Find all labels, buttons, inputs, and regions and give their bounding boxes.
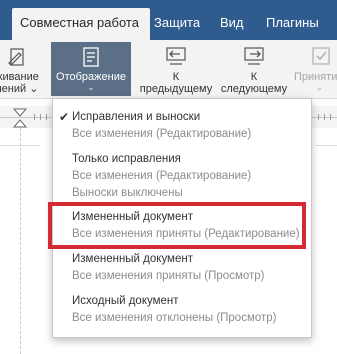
ruler-tick	[324, 114, 325, 120]
ribbon-tab-bar: Совместная работа Защита Вид Плагины	[0, 0, 337, 40]
ruler-tick	[40, 114, 41, 120]
next-change-button[interactable]: К следующему	[218, 42, 290, 96]
menu-item-subtitle: Выноски выключены	[72, 187, 183, 199]
display-mode-button[interactable]: Отображение ⌄	[51, 42, 131, 96]
menu-item-title: Исправления и выноски	[72, 111, 201, 123]
track-changes-label-1: живание	[0, 71, 39, 83]
menu-item-subtitle: Все изменения (Редактирование)	[72, 170, 252, 182]
menu-item-title: Измененный документ	[72, 253, 193, 265]
track-changes-button[interactable]: живание нений ⌄	[0, 42, 46, 96]
chevron-down-icon: ⌄	[87, 83, 95, 92]
ribbon-toolbar: живание нений ⌄ Отображение ⌄ К предыдущ…	[0, 40, 337, 99]
menu-item-original-view[interactable]: Исходный документ Все изменения отклонен…	[53, 291, 311, 333]
next-change-icon	[244, 47, 264, 65]
previous-change-icon	[166, 47, 186, 65]
tab-collaboration[interactable]: Совместная работа	[12, 8, 150, 40]
ruler-tick	[46, 114, 47, 120]
next-change-label-1: К	[250, 71, 258, 83]
menu-item-final-view[interactable]: Измененный документ Все изменения принят…	[53, 249, 311, 291]
menu-item-subtitle: Все изменения (Редактирование)	[72, 128, 252, 140]
checkmark-icon: ✔	[59, 110, 70, 124]
ruler-tick	[318, 114, 319, 120]
menu-item-markup-only[interactable]: Только исправления Все изменения (Редакт…	[53, 149, 311, 207]
margin-guide	[20, 128, 22, 354]
text-line	[315, 145, 337, 146]
ruler-tick	[34, 114, 35, 120]
menu-item-markup-and-balloons[interactable]: ✔ Исправления и выноски Все изменения (Р…	[53, 107, 311, 147]
next-change-label-2: следующему	[220, 83, 288, 95]
highlight-box	[48, 202, 306, 249]
chevron-down-icon: ⌄	[316, 83, 323, 92]
accept-change-label: Приняти	[294, 71, 337, 83]
tab-protection[interactable]: Защита	[154, 8, 200, 40]
menu-item-subtitle: Все изменения приняты (Просмотр)	[72, 270, 265, 282]
menu-item-title: Только исправления	[72, 153, 181, 165]
accept-change-button[interactable]: Приняти ⌄	[294, 42, 337, 96]
accept-icon	[312, 47, 330, 65]
edit-document-icon	[8, 48, 24, 66]
display-mode-label: Отображение	[56, 71, 126, 83]
menu-item-title: Исходный документ	[72, 295, 179, 307]
display-mode-icon	[83, 47, 99, 67]
tab-view[interactable]: Вид	[220, 8, 244, 40]
track-changes-label-2: нений ⌄	[0, 83, 39, 95]
menu-item-subtitle: Все изменения отклонены (Просмотр)	[72, 312, 277, 324]
previous-change-button[interactable]: К предыдущему	[138, 42, 214, 96]
text-line	[0, 145, 40, 146]
indent-marker-icon[interactable]	[13, 108, 27, 128]
tab-plugins[interactable]: Плагины	[266, 8, 319, 40]
ruler-tick	[330, 114, 331, 120]
previous-change-label-2: предыдущему	[139, 83, 213, 95]
previous-change-label-1: К	[172, 71, 180, 83]
